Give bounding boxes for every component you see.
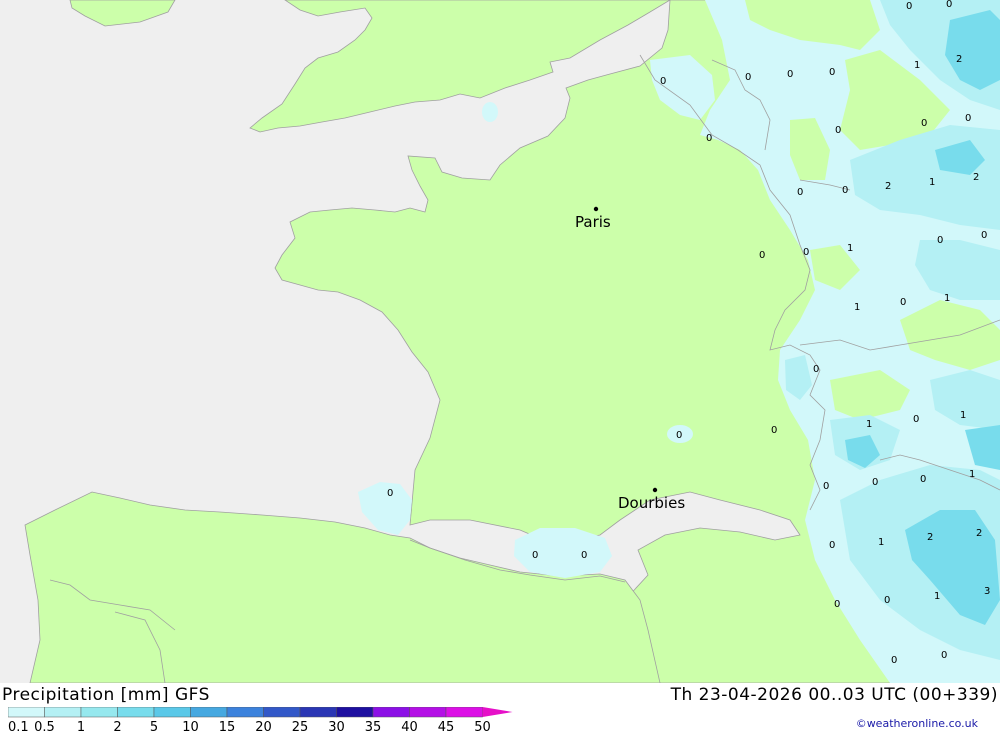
grid-value: 1 bbox=[866, 419, 872, 430]
grid-value: 0 bbox=[813, 364, 819, 375]
city-marker-dourbies bbox=[652, 487, 658, 493]
scale-swatch bbox=[190, 707, 228, 718]
scale-swatch bbox=[8, 707, 45, 718]
grid-value: 1 bbox=[929, 177, 935, 188]
scale-swatch bbox=[372, 707, 410, 718]
grid-value: 0 bbox=[829, 67, 835, 78]
scale-swatch bbox=[263, 707, 301, 718]
grid-value: 1 bbox=[878, 537, 884, 548]
grid-value: 3 bbox=[984, 586, 990, 597]
grid-value: 0 bbox=[834, 599, 840, 610]
grid-value: 0 bbox=[835, 125, 841, 136]
grid-value: 0 bbox=[787, 69, 793, 80]
precip-small-uk bbox=[482, 102, 498, 122]
grid-value: 0 bbox=[921, 118, 927, 129]
grid-value: 0 bbox=[906, 1, 912, 12]
grid-value: 2 bbox=[927, 532, 933, 543]
grid-value: 0 bbox=[745, 72, 751, 83]
scale-tick-label: 40 bbox=[401, 720, 418, 733]
grid-value: 0 bbox=[797, 187, 803, 198]
scale-swatch bbox=[44, 707, 82, 718]
scale-tick-label: 50 bbox=[474, 720, 491, 733]
grid-value: 0 bbox=[965, 113, 971, 124]
scale-tick-label: 25 bbox=[292, 720, 309, 733]
grid-value: 1 bbox=[847, 243, 853, 254]
grid-value: 0 bbox=[884, 595, 890, 606]
grid-value: 0 bbox=[937, 235, 943, 246]
grid-value: 0 bbox=[759, 250, 765, 261]
grid-value: 0 bbox=[920, 474, 926, 485]
precipitation-map[interactable]: Paris Dourbies 0 0 1 2 0 0 0 0 0 0 0 0 0… bbox=[0, 0, 1000, 684]
city-marker-paris bbox=[593, 206, 599, 212]
grid-value: 0 bbox=[913, 414, 919, 425]
grid-value: 0 bbox=[387, 488, 393, 499]
grid-value: 0 bbox=[803, 247, 809, 258]
scale-tick-label: 35 bbox=[365, 720, 382, 733]
grid-value: 1 bbox=[854, 302, 860, 313]
grid-value: 0 bbox=[891, 655, 897, 666]
grid-value: 0 bbox=[946, 0, 952, 10]
grid-value: 0 bbox=[941, 650, 947, 661]
forecast-datetime: Th 23-04-2026 00..03 UTC (00+339) bbox=[670, 685, 998, 705]
scale-swatch bbox=[299, 707, 337, 718]
scale-swatch bbox=[409, 707, 447, 718]
grid-value: 1 bbox=[960, 410, 966, 421]
scale-swatch bbox=[153, 707, 191, 718]
scale-swatch bbox=[117, 707, 155, 718]
grid-value: 2 bbox=[973, 172, 979, 183]
footer-bar: Precipitation [mm] GFS Th 23-04-2026 00.… bbox=[0, 683, 1000, 733]
grid-value: 0 bbox=[581, 550, 587, 561]
grid-value: 0 bbox=[829, 540, 835, 551]
precip-south-france bbox=[514, 528, 612, 578]
map-svg: Paris Dourbies 0 0 1 2 0 0 0 0 0 0 0 0 0… bbox=[0, 0, 1000, 684]
grid-value: 0 bbox=[706, 133, 712, 144]
scale-tick-label: 2 bbox=[113, 720, 121, 733]
grid-value: 0 bbox=[676, 430, 682, 441]
grid-value: 2 bbox=[885, 181, 891, 192]
scale-swatch bbox=[336, 707, 374, 718]
grid-value: 0 bbox=[532, 550, 538, 561]
scale-swatch bbox=[80, 707, 118, 718]
grid-value: 0 bbox=[900, 297, 906, 308]
city-label-dourbies: Dourbies bbox=[618, 494, 685, 512]
scale-tick-label: 0.1 bbox=[8, 720, 29, 733]
grid-value: 0 bbox=[660, 76, 666, 87]
grid-value: 0 bbox=[823, 481, 829, 492]
scale-tick-label: 20 bbox=[255, 720, 272, 733]
scale-tick-label: 15 bbox=[219, 720, 236, 733]
grid-value: 1 bbox=[944, 293, 950, 304]
grid-value: 0 bbox=[981, 230, 987, 241]
scale-tick-label: 45 bbox=[438, 720, 455, 733]
precipitation-scale: 0.1 0.5 1 2 5 10 15 20 25 30 35 40 45 50 bbox=[8, 707, 513, 733]
credit-link[interactable]: ©weatheronline.co.uk bbox=[856, 717, 978, 730]
grid-value: 0 bbox=[771, 425, 777, 436]
grid-value: 1 bbox=[914, 60, 920, 71]
scale-tick-label: 30 bbox=[328, 720, 345, 733]
map-title: Precipitation [mm] GFS bbox=[2, 685, 210, 705]
scale-swatch bbox=[226, 707, 264, 718]
grid-value: 1 bbox=[969, 469, 975, 480]
grid-value: 0 bbox=[842, 185, 848, 196]
grid-value: 2 bbox=[956, 54, 962, 65]
grid-value: 2 bbox=[976, 528, 982, 539]
scale-tick-label: 0.5 bbox=[34, 720, 55, 733]
scale-arrow bbox=[482, 707, 513, 717]
scale-tick-label: 10 bbox=[182, 720, 199, 733]
grid-value: 1 bbox=[934, 591, 940, 602]
scale-swatch bbox=[445, 707, 483, 718]
grid-value: 0 bbox=[872, 477, 878, 488]
city-label-paris: Paris bbox=[575, 213, 611, 231]
scale-tick-label: 5 bbox=[150, 720, 158, 733]
scale-tick-label: 1 bbox=[77, 720, 85, 733]
